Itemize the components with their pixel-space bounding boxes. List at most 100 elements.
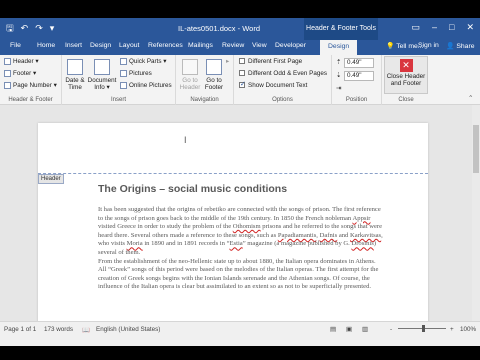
quick-parts-icon (120, 58, 127, 65)
page-number-icon (4, 82, 11, 89)
document-title: IL-ates0501.docx - Word (178, 24, 260, 33)
page[interactable]: I Header The Origins – social music cond… (38, 123, 428, 323)
document-body[interactable]: It has been suggested that the origins o… (98, 206, 384, 292)
document-area: I Header The Origins – social music cond… (0, 105, 480, 323)
group-header-footer: Header ▾ Footer ▾ Page Number ▾ Header &… (0, 55, 62, 105)
group-label: Navigation (190, 97, 219, 103)
sign-in-link[interactable]: Sign in (418, 42, 439, 49)
group-options: Different First Page Different Odd & Eve… (234, 55, 332, 105)
group-label: Insert (110, 97, 126, 103)
nav-more-icon[interactable]: ▸ (226, 58, 229, 65)
print-layout-icon[interactable]: ▣ (346, 326, 352, 333)
collapse-ribbon-icon[interactable]: ⌃ (468, 95, 473, 102)
tab-insert[interactable]: Insert (65, 42, 82, 49)
header-boundary (38, 173, 428, 174)
misspelled-word: Othomism (232, 223, 261, 231)
header-icon (4, 58, 11, 65)
letterbox-bottom (0, 346, 480, 360)
go-to-footer-icon (206, 59, 222, 75)
undo-icon[interactable]: ↶ (21, 23, 29, 33)
online-pictures-icon (120, 82, 127, 89)
read-mode-icon[interactable]: ▤ (330, 326, 336, 333)
web-layout-icon[interactable]: ▥ (362, 326, 368, 333)
group-label: Options (272, 97, 293, 103)
status-bar: Page 1 of 1 173 words 📖 English (United … (0, 321, 480, 346)
go-to-header-button[interactable]: Go to Header (178, 57, 202, 91)
document-info-button[interactable]: Document Info ▾ (86, 57, 118, 91)
footer-icon (4, 70, 11, 77)
group-insert: Date & Time Document Info ▾ Quick Parts … (62, 55, 176, 105)
misspelled-word: Moria (126, 240, 143, 248)
document-heading[interactable]: The Origins – social music conditions (98, 183, 287, 195)
page-count[interactable]: Page 1 of 1 (4, 326, 36, 333)
zoom-out-button[interactable]: - (390, 326, 392, 333)
misspelled-word: Appsir (352, 214, 371, 222)
zoom-slider-handle[interactable] (422, 325, 425, 332)
tab-references[interactable]: References (148, 42, 183, 49)
scrollbar-thumb[interactable] (473, 125, 479, 173)
paragraph: It has been suggested that the origins o… (98, 206, 383, 256)
ribbon: Header ▾ Footer ▾ Page Number ▾ Header &… (0, 55, 480, 105)
customize-icon[interactable]: ▾ (50, 23, 55, 33)
tab-home[interactable]: Home (37, 42, 55, 49)
text-cursor-icon: I (184, 135, 187, 145)
header-from-top-spinner[interactable]: 0.49" (344, 58, 374, 68)
restore-ribbon-icon[interactable]: ▭ (411, 22, 420, 33)
tab-review[interactable]: Review (222, 42, 244, 49)
close-icon[interactable]: ✕ (466, 22, 474, 33)
maximize-icon[interactable]: □ (449, 22, 454, 33)
vertical-scrollbar[interactable] (472, 105, 480, 321)
redo-icon[interactable]: ↷ (35, 23, 43, 33)
different-first-page-checkbox[interactable]: Different First Page (239, 58, 302, 65)
share-icon: 👤 (446, 43, 455, 50)
zoom-in-button[interactable]: + (450, 326, 454, 333)
footer-position-icon: ⇣ (336, 72, 342, 79)
paragraph: From the establishment of the neo-Hellen… (98, 257, 379, 291)
tab-developer[interactable]: Developer (275, 42, 306, 49)
tab-layout[interactable]: Layout (119, 42, 139, 49)
group-position: ⇡ 0.49" ⇣ 0.49" ⇥ Position (332, 55, 382, 105)
misspelled-word: Drosinis (351, 240, 374, 248)
group-close: ✕ Close Header and Footer Close (382, 55, 430, 105)
different-odd-even-checkbox[interactable]: Different Odd & Even Pages (239, 70, 327, 77)
tab-file[interactable]: File (10, 42, 21, 49)
online-pictures-button[interactable]: Online Pictures (120, 82, 172, 89)
language[interactable]: English (United States) (96, 326, 160, 333)
proofing-icon[interactable]: 📖 (82, 326, 90, 334)
share-button[interactable]: 👤 Share (446, 42, 475, 50)
header-dropdown[interactable]: Header ▾ (4, 58, 39, 65)
window-controls: ▭ – □ ✕ (411, 22, 474, 33)
go-to-footer-button[interactable]: Go to Footer (202, 57, 226, 91)
document-info-icon (94, 59, 110, 75)
minimize-icon[interactable]: – (432, 22, 437, 33)
header-position-icon: ⇡ (336, 59, 342, 66)
go-to-header-icon (182, 59, 198, 75)
group-navigation: Go to Header Go to Footer ▸ Navigation (176, 55, 234, 105)
page-number-dropdown[interactable]: Page Number ▾ (4, 82, 57, 89)
word-count[interactable]: 173 words (44, 326, 73, 333)
group-label: Header & Footer (8, 97, 53, 103)
lightbulb-icon: 💡 (386, 43, 395, 50)
tab-view[interactable]: View (252, 42, 267, 49)
header-footer-tools-label: Header & Footer Tools (304, 18, 378, 40)
group-label: Close (398, 97, 414, 103)
title-bar: 🖫 ↶ ↷ ▾ IL-ates0501.docx - Word Header &… (0, 18, 480, 40)
group-label: Position (345, 97, 368, 103)
footer-dropdown[interactable]: Footer ▾ (4, 70, 36, 77)
misspelled-word: Estia (229, 240, 243, 248)
show-document-text-checkbox[interactable]: Show Document Text (239, 80, 307, 89)
footer-from-bottom-spinner[interactable]: 0.49" (344, 71, 374, 81)
quick-parts-dropdown[interactable]: Quick Parts ▾ (120, 58, 166, 65)
close-x-icon: ✕ (399, 59, 413, 72)
date-time-button[interactable]: Date & Time (64, 57, 86, 91)
letterbox-top (0, 0, 480, 18)
alignment-tab-icon[interactable]: ⇥ (336, 85, 341, 92)
tab-hf-design[interactable]: Design (320, 40, 358, 55)
zoom-level[interactable]: 100% (460, 326, 476, 333)
tab-design[interactable]: Design (90, 42, 111, 49)
pictures-button[interactable]: Pictures (120, 70, 152, 77)
calendar-icon (67, 59, 83, 75)
tab-mailings[interactable]: Mailings (188, 42, 213, 49)
save-icon[interactable]: 🖫 (6, 23, 14, 33)
close-header-footer-button[interactable]: ✕ Close Header and Footer (384, 56, 428, 94)
